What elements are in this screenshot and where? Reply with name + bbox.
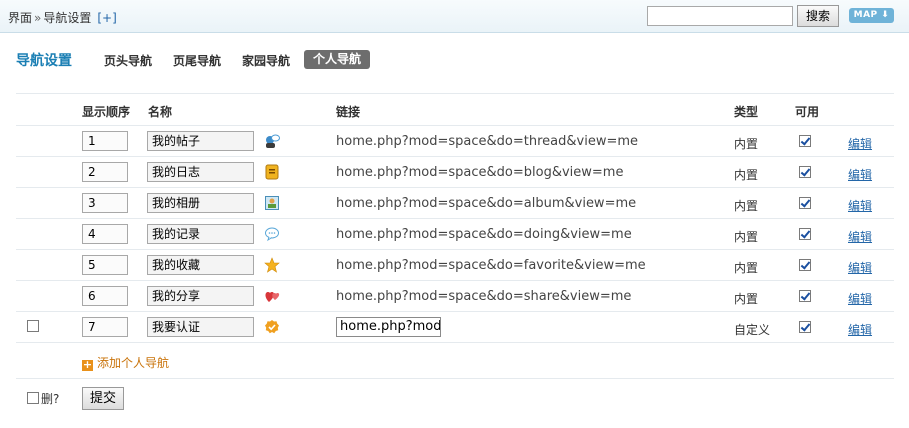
breadcrumb-current: 导航设置 [43, 11, 92, 25]
type-label: 内置 [734, 199, 759, 213]
tab-footer-nav[interactable]: 页尾导航 [173, 52, 221, 69]
search-button[interactable]: 搜索 [797, 5, 839, 27]
name-input[interactable]: 我的记录 [147, 224, 254, 244]
page-title: 导航设置 [16, 53, 72, 69]
name-input[interactable]: 我的日志 [147, 162, 254, 182]
breadcrumb: 界面» 导航设置 [+] [8, 9, 117, 26]
tab-home-nav[interactable]: 家园导航 [242, 52, 290, 69]
column-header-order: 显示顺序 [82, 105, 131, 119]
link-text: home.php?mod=space&do=thread&view=me [336, 134, 639, 149]
type-label: 内置 [734, 230, 759, 244]
edit-link[interactable]: 编辑 [848, 197, 872, 214]
order-input[interactable]: 1 [82, 131, 128, 151]
table-divider [16, 249, 894, 250]
album-icon [265, 196, 279, 210]
table-divider [16, 93, 894, 94]
order-input[interactable]: 2 [82, 162, 128, 182]
thread-icon [266, 134, 280, 148]
name-input[interactable]: 我的分享 [147, 286, 254, 306]
link-text: home.php?mod=space&do=album&view=me [336, 196, 637, 211]
enabled-checkbox[interactable] [799, 228, 811, 240]
order-input[interactable]: 4 [82, 224, 128, 244]
table-divider [16, 378, 894, 379]
plus-icon: + [82, 358, 93, 371]
column-header-name: 名称 [148, 105, 173, 119]
type-label: 内置 [734, 168, 759, 182]
enabled-checkbox[interactable] [799, 321, 811, 333]
order-input[interactable]: 5 [82, 255, 128, 275]
add-shortcut-link[interactable]: [+] [97, 11, 116, 25]
link-text: home.php?mod=space&do=doing&view=me [336, 227, 632, 242]
edit-link[interactable]: 编辑 [848, 166, 872, 183]
delete-label: 删? [41, 392, 60, 406]
table-divider [16, 342, 894, 343]
order-input[interactable]: 6 [82, 286, 128, 306]
link-text: home.php?mod=space&do=share&view=me [336, 289, 632, 304]
blog-icon [265, 164, 279, 180]
table-divider [16, 280, 894, 281]
tab-header-nav[interactable]: 页头导航 [104, 52, 152, 69]
favorite-icon [264, 257, 280, 273]
edit-link[interactable]: 编辑 [848, 228, 872, 245]
delete-row-checkbox[interactable] [27, 320, 39, 332]
name-input[interactable]: 我要认证 [147, 317, 254, 337]
doing-icon [265, 227, 279, 242]
enabled-checkbox[interactable] [799, 135, 811, 147]
name-input[interactable]: 我的收藏 [147, 255, 254, 275]
order-input[interactable]: 3 [82, 193, 128, 213]
edit-link[interactable]: 编辑 [848, 135, 872, 152]
table-divider [16, 156, 894, 157]
verify-icon [265, 320, 279, 334]
type-label: 自定义 [734, 323, 771, 337]
name-input[interactable]: 我的相册 [147, 193, 254, 213]
type-label: 内置 [734, 137, 759, 151]
link-input[interactable]: home.php?mod [336, 317, 441, 337]
share-icon [265, 292, 280, 302]
link-text: home.php?mod=space&do=favorite&view=me [336, 258, 646, 273]
delete-all-checkbox[interactable] [27, 392, 39, 404]
breadcrumb-separator: » [34, 11, 42, 25]
table-divider [16, 311, 894, 312]
search-input[interactable] [647, 6, 793, 26]
type-label: 内置 [734, 292, 759, 306]
add-personal-nav-link[interactable]: + 添加个人导航 [82, 354, 169, 371]
edit-link[interactable]: 编辑 [848, 321, 872, 338]
submit-button[interactable]: 提交 [82, 387, 124, 410]
edit-link[interactable]: 编辑 [848, 290, 872, 307]
top-bar: 界面» 导航设置 [+] 搜索 MAP ⬇ [0, 0, 909, 33]
enabled-checkbox[interactable] [799, 290, 811, 302]
link-text: home.php?mod=space&do=blog&view=me [336, 165, 624, 180]
enabled-checkbox[interactable] [799, 259, 811, 271]
breadcrumb-root[interactable]: 界面 [8, 11, 32, 25]
table-divider [16, 218, 894, 219]
map-button[interactable]: MAP ⬇ [849, 8, 894, 23]
add-personal-nav-label: 添加个人导航 [97, 356, 170, 370]
name-input[interactable]: 我的帖子 [147, 131, 254, 151]
column-header-type: 类型 [734, 105, 759, 119]
table-divider [16, 187, 894, 188]
order-input[interactable]: 7 [82, 317, 128, 337]
edit-link[interactable]: 编辑 [848, 259, 872, 276]
tab-personal-nav[interactable]: 个人导航 [304, 50, 370, 69]
column-header-link: 链接 [336, 105, 361, 119]
enabled-checkbox[interactable] [799, 166, 811, 178]
column-header-available: 可用 [795, 105, 820, 119]
enabled-checkbox[interactable] [799, 197, 811, 209]
table-divider [16, 125, 894, 126]
type-label: 内置 [734, 261, 759, 275]
